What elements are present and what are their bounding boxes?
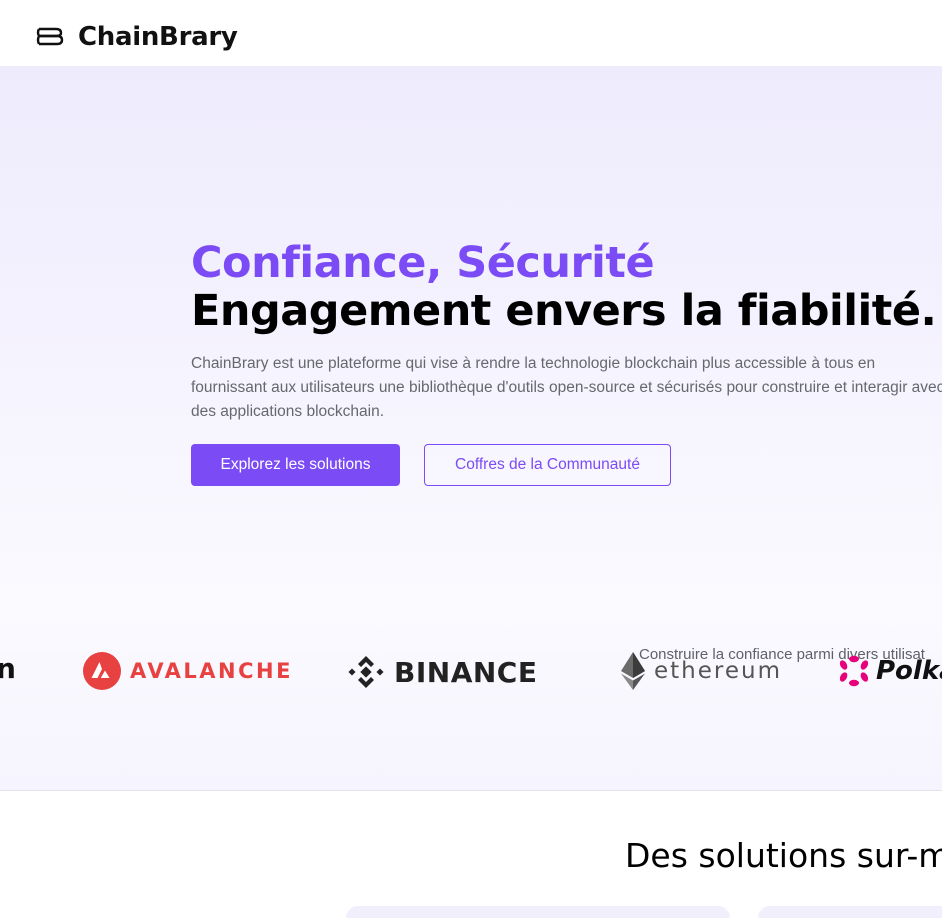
- explore-solutions-button[interactable]: Explorez les solutions: [191, 444, 400, 486]
- avalanche-wordmark: AVALANCHE: [130, 659, 293, 683]
- polkadot-icon: [839, 655, 869, 687]
- top-header: ChainBrary: [0, 0, 942, 66]
- solution-card[interactable]: [346, 906, 730, 918]
- hero-title-accent: Confiance, Sécurité: [191, 238, 655, 288]
- avalanche-logo: AVALANCHE: [82, 651, 293, 691]
- hero-description: ChainBrary est une plateforme qui vise à…: [191, 355, 942, 420]
- brand-link[interactable]: ChainBrary: [36, 22, 238, 52]
- brand-name: ChainBrary: [78, 22, 238, 52]
- polkadot-logo: Polka: [838, 655, 942, 687]
- partial-logo-text: n: [0, 652, 16, 685]
- solutions-heading: Des solutions sur-m: [625, 836, 942, 875]
- community-vaults-button[interactable]: Coffres de la Communauté: [424, 444, 671, 486]
- polkadot-wordmark: Polka: [876, 656, 942, 686]
- ethereum-icon: [621, 652, 645, 690]
- hero-section: Confiance, Sécurité Engagement envers la…: [0, 66, 942, 791]
- hero-title: Engagement envers la fiabilité.: [191, 286, 937, 336]
- binance-icon: [348, 656, 384, 688]
- stacked-books-icon: [36, 27, 64, 46]
- binance-wordmark: BINANCE: [394, 655, 538, 689]
- avalanche-icon: [83, 652, 121, 690]
- partial-logo: n: [0, 652, 16, 685]
- ethereum-logo: ethereum: [620, 651, 782, 691]
- ethereum-wordmark: ethereum: [654, 658, 782, 684]
- solution-card[interactable]: [758, 906, 942, 918]
- binance-logo: BINANCE: [346, 652, 537, 692]
